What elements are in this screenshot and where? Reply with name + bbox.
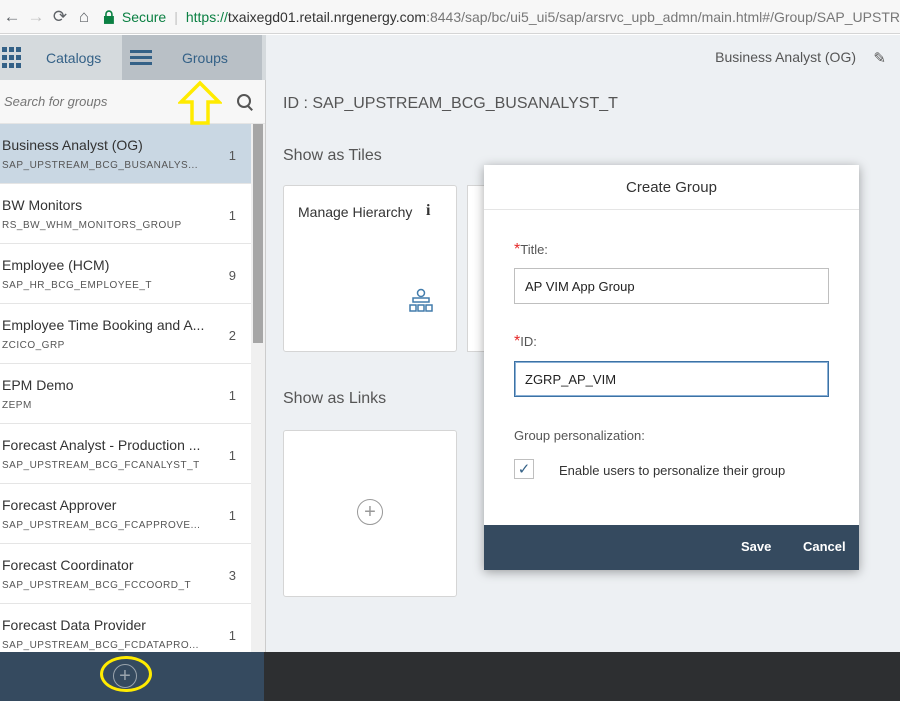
group-item-title: Employee (HCM) [2, 257, 110, 273]
home-icon[interactable]: ⌂ [72, 5, 96, 29]
dialog-footer: Save Cancel [484, 525, 859, 570]
group-item-count: 1 [228, 388, 236, 403]
group-item-count: 1 [228, 628, 236, 643]
create-group-dialog: Create Group *Title: *ID: Group personal… [484, 165, 859, 570]
add-circle-icon[interactable]: + [357, 499, 383, 525]
group-title: Business Analyst (OG) [715, 49, 856, 65]
group-item-employee-hcm[interactable]: Employee (HCM) SAP_HR_BCG_EMPLOYEE_T 9 [0, 244, 252, 304]
back-icon[interactable]: ← [0, 5, 24, 29]
title-input[interactable] [514, 268, 829, 304]
group-item-count: 1 [228, 508, 236, 523]
groups-tab[interactable]: Groups [122, 35, 262, 80]
group-item-bw-monitors[interactable]: BW Monitors RS_BW_WHM_MONITORS_GROUP 1 [0, 184, 252, 244]
reload-icon[interactable]: ⟳ [48, 5, 72, 29]
group-item-count: 3 [228, 568, 236, 583]
dialog-title: Create Group [484, 165, 859, 210]
annotation-arrow-icon [178, 80, 222, 125]
group-item-id: SAP_HR_BCG_EMPLOYEE_T [2, 280, 152, 291]
groups-sidebar: Business Analyst (OG) SAP_UPSTREAM_BCG_B… [0, 80, 266, 652]
scrollbar-thumb[interactable] [253, 124, 263, 343]
personalize-checkbox[interactable]: ✓ [514, 459, 534, 479]
id-input[interactable] [514, 361, 829, 397]
group-list: Business Analyst (OG) SAP_UPSTREAM_BCG_B… [0, 124, 252, 652]
url-separator: | [174, 8, 178, 25]
group-item-time-booking[interactable]: Employee Time Booking and A... ZCICO_GRP… [0, 304, 252, 364]
group-item-id: SAP_UPSTREAM_BCG_BUSANALYS... [2, 160, 199, 171]
save-button[interactable]: Save [741, 539, 771, 554]
browser-toolbar: ← → ⟳ ⌂ Secure | https:// txaixegd01.ret… [0, 0, 900, 34]
group-item-id: SAP_UPSTREAM_BCG_FCCOORD_T [2, 580, 192, 591]
group-id-label: ID : SAP_UPSTREAM_BCG_BUSANALYST_T [283, 95, 618, 112]
sidebar-scrollbar[interactable] [251, 124, 265, 652]
menu-icon[interactable] [130, 47, 152, 68]
group-item-title: Forecast Approver [2, 497, 117, 513]
add-link-tile[interactable]: + [283, 430, 457, 597]
id-field-label: *ID: [514, 333, 537, 350]
group-item-forecast-data-provider[interactable]: Forecast Data Provider SAP_UPSTREAM_BCG_… [0, 604, 252, 652]
info-icon[interactable]: i [426, 202, 430, 220]
group-item-id: ZEPM [2, 400, 32, 411]
group-item-title: Forecast Analyst - Production ... [2, 437, 201, 453]
groups-tab-label: Groups [182, 49, 228, 66]
lock-icon [103, 9, 114, 24]
apps-grid-icon[interactable] [0, 46, 22, 69]
cancel-button[interactable]: Cancel [803, 539, 846, 554]
group-item-title: Forecast Coordinator [2, 557, 134, 573]
group-search [0, 80, 265, 124]
group-item-title: BW Monitors [2, 197, 83, 213]
links-section-header: Show as Links [283, 390, 387, 407]
group-item-title: Employee Time Booking and A... [2, 317, 205, 333]
title-field-label: *Title: [514, 241, 548, 258]
url-path: :8443/sap/bc/ui5_ui5/sap/arsrvc_upb_admn… [426, 8, 900, 25]
catalogs-tab[interactable]: Catalogs [46, 50, 122, 66]
group-item-title: Business Analyst (OG) [2, 137, 143, 153]
group-item-count: 1 [228, 448, 236, 463]
group-item-epm-demo[interactable]: EPM Demo ZEPM 1 [0, 364, 252, 424]
group-item-id: SAP_UPSTREAM_BCG_FCDATAPRO... [2, 640, 199, 651]
group-item-forecast-approver[interactable]: Forecast Approver SAP_UPSTREAM_BCG_FCAPP… [0, 484, 252, 544]
highlight-circle [100, 656, 152, 692]
group-item-count: 1 [228, 208, 236, 223]
group-item-count: 2 [228, 328, 236, 343]
secure-label: Secure [121, 8, 167, 25]
edit-pencil-icon[interactable]: ✎ [873, 49, 886, 67]
group-item-count: 1 [228, 148, 236, 163]
group-item-id: ZCICO_GRP [2, 340, 65, 351]
group-item-id: RS_BW_WHM_MONITORS_GROUP [2, 220, 182, 231]
tile-title: Manage Hierarchy [298, 204, 413, 220]
address-bar[interactable]: Secure | https:// txaixegd01.retail.nrge… [102, 4, 900, 30]
org-hierarchy-icon [409, 288, 433, 312]
url-scheme: https:// [185, 8, 228, 25]
url-host: txaixegd01.retail.nrgenergy.com [227, 8, 427, 25]
group-item-id: SAP_UPSTREAM_BCG_FCANALYST_T [2, 460, 200, 471]
group-item-forecast-coordinator[interactable]: Forecast Coordinator SAP_UPSTREAM_BCG_FC… [0, 544, 252, 604]
manage-hierarchy-tile[interactable]: Manage Hierarchy i [283, 185, 457, 352]
shell-header: Catalogs Groups Business Analyst (OG) ✎ [0, 35, 900, 80]
personalization-label: Group personalization: [514, 428, 645, 443]
personalize-checkbox-label[interactable]: Enable users to personalize their group [559, 463, 785, 478]
footer-bar: + [0, 652, 900, 701]
tiles-section-header: Show as Tiles [283, 147, 382, 164]
group-item-count: 9 [228, 268, 236, 283]
shell-header-left: Catalogs Groups [0, 35, 266, 80]
group-item-id: SAP_UPSTREAM_BCG_FCAPPROVE... [2, 520, 201, 531]
group-item-forecast-analyst[interactable]: Forecast Analyst - Production ... SAP_UP… [0, 424, 252, 484]
search-icon[interactable] [236, 93, 254, 111]
group-item-title: Forecast Data Provider [2, 617, 146, 633]
forward-icon[interactable]: → [24, 5, 48, 29]
group-item-business-analyst[interactable]: Business Analyst (OG) SAP_UPSTREAM_BCG_B… [0, 124, 252, 184]
sidebar-footer: + [0, 652, 264, 701]
group-item-title: EPM Demo [2, 377, 74, 393]
